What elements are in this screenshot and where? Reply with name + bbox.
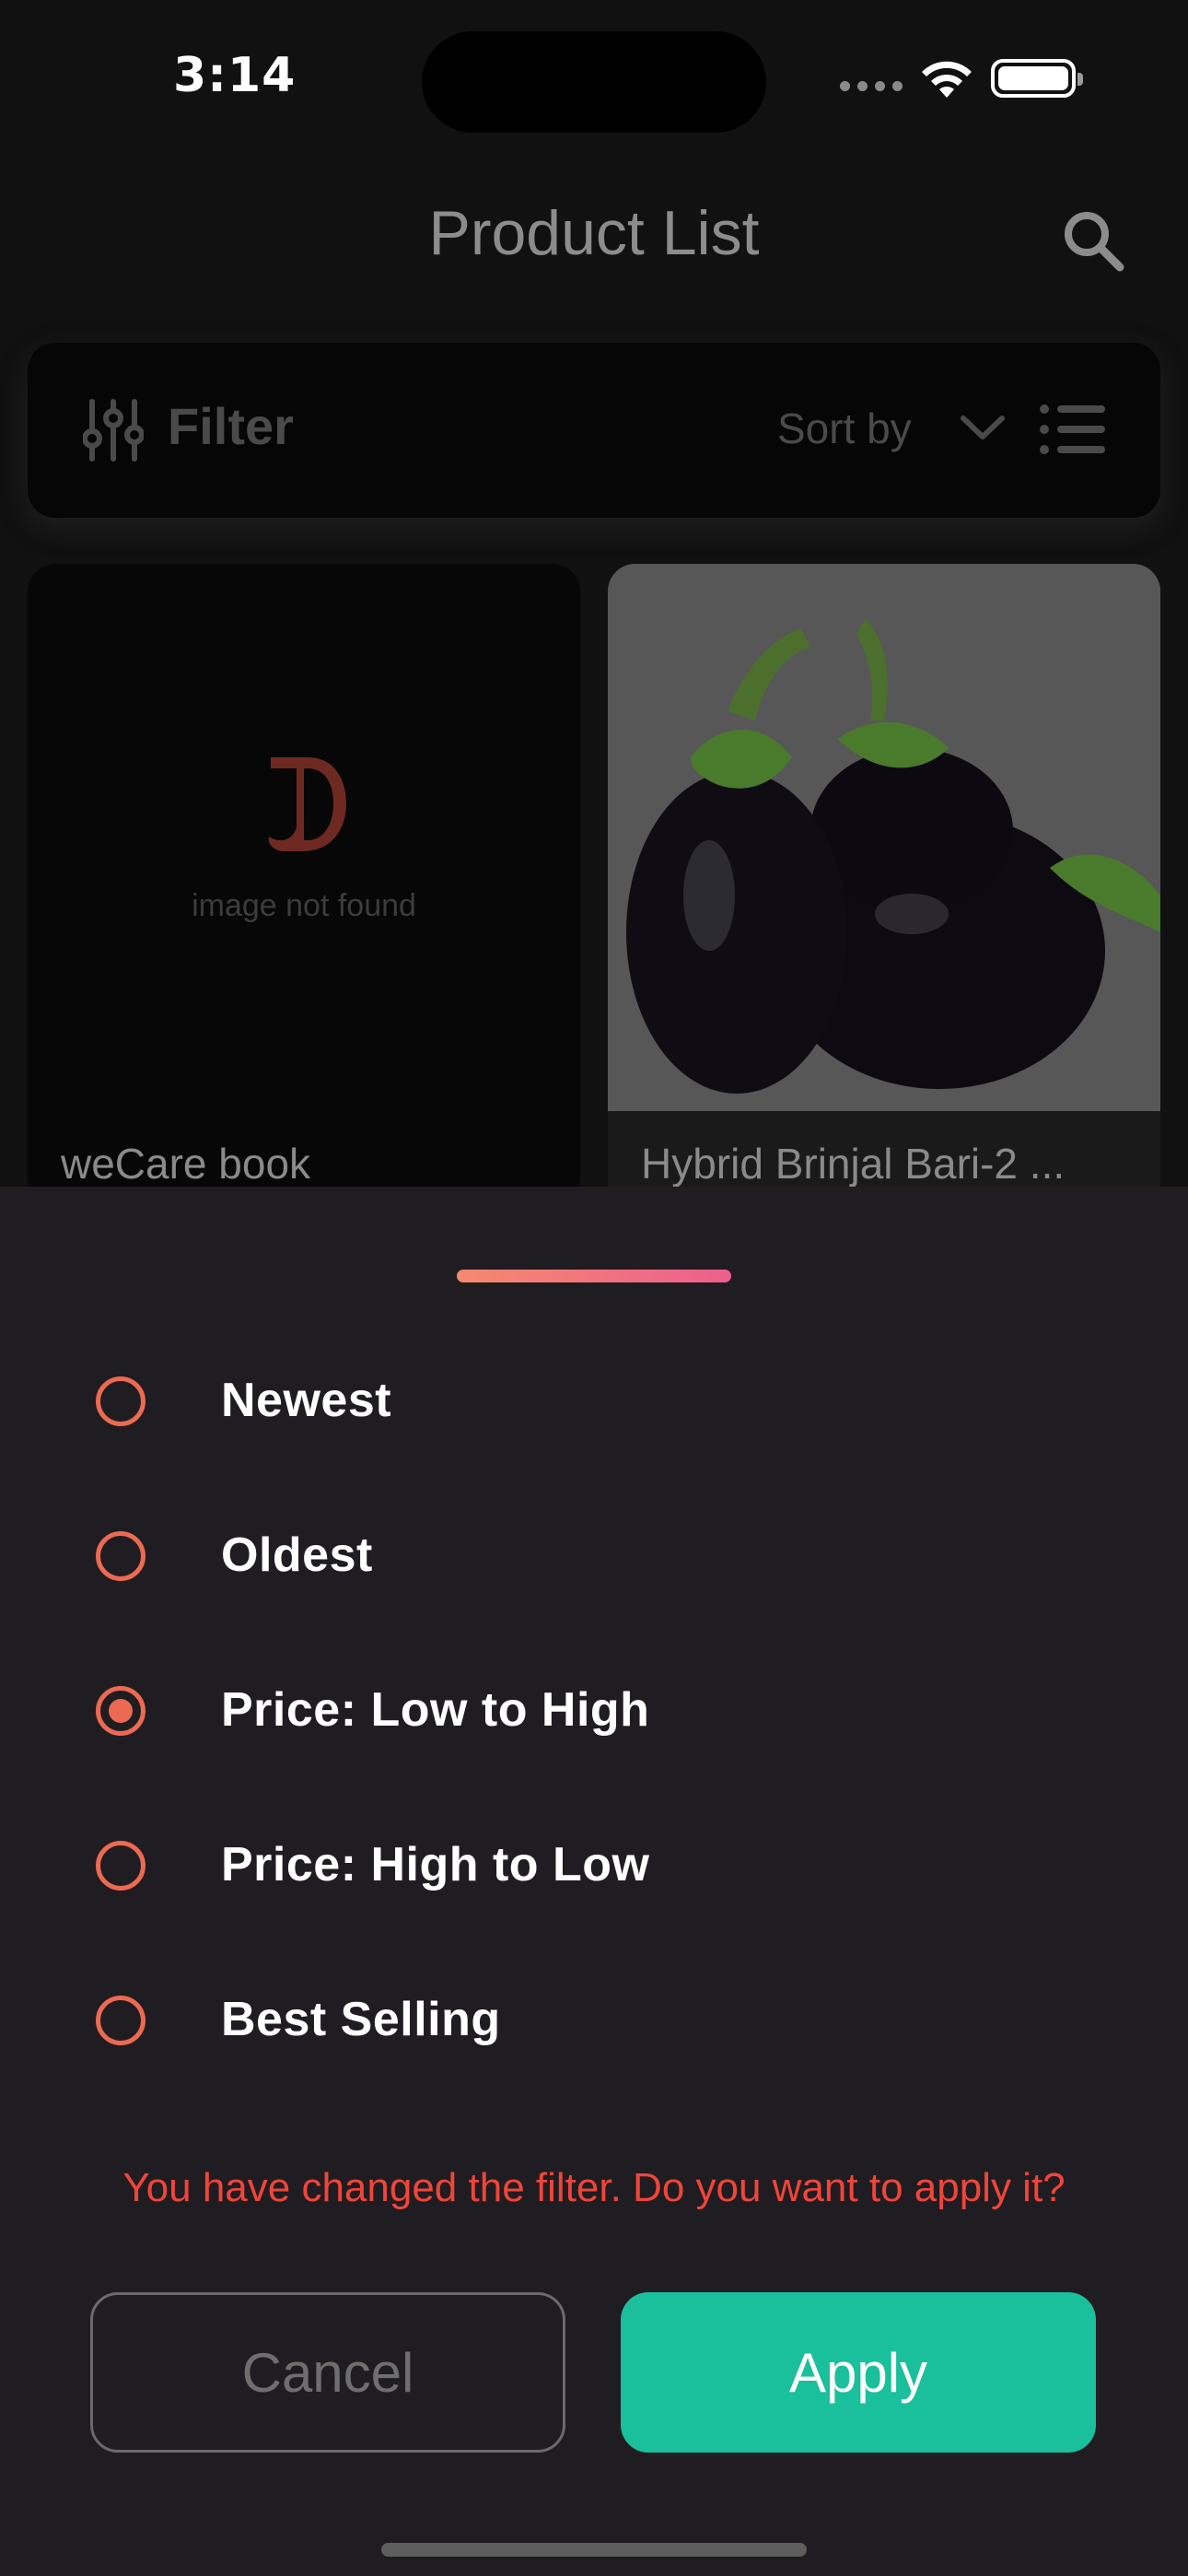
sort-option-price-high-low[interactable]: Price: High to Low	[0, 1797, 1188, 1935]
image-placeholder: image not found	[28, 564, 580, 1111]
sort-bottom-sheet: Newest Oldest Price: Low to High Price: …	[0, 1187, 1188, 2576]
status-icons	[840, 55, 1083, 101]
radio-button[interactable]	[96, 1531, 146, 1581]
sort-option-newest[interactable]: Newest	[0, 1332, 1188, 1470]
image-not-found-text: image not found	[192, 888, 416, 923]
filter-bar: Filter Sort by	[28, 343, 1160, 518]
sort-option-label: Price: High to Low	[221, 1838, 650, 1891]
sort-option-price-low-high[interactable]: Price: Low to High	[0, 1642, 1188, 1780]
wifi-icon	[922, 61, 972, 98]
filter-button[interactable]: Filter	[168, 396, 294, 456]
battery-icon	[991, 59, 1083, 98]
home-indicator[interactable]	[381, 2543, 807, 2557]
product-card[interactable]: Hybrid Brinjal Bari-2 ...	[608, 564, 1160, 1187]
brand-logo-icon	[268, 757, 346, 851]
filter-sliders-icon[interactable]	[83, 398, 144, 463]
sort-option-oldest[interactable]: Oldest	[0, 1487, 1188, 1625]
chevron-down-icon[interactable]	[958, 409, 1007, 446]
filter-change-warning: You have changed the filter. Do you want…	[122, 2165, 1066, 2210]
product-title: Hybrid Brinjal Bari-2 ...	[641, 1140, 1066, 1187]
product-card[interactable]: image not found weCare book	[28, 564, 580, 1187]
sort-option-label: Oldest	[221, 1528, 373, 1582]
sort-option-label: Price: Low to High	[221, 1683, 650, 1737]
radio-button-selected[interactable]	[96, 1686, 146, 1736]
status-time: 3:14	[173, 48, 297, 103]
product-title: weCare book	[61, 1140, 311, 1187]
sort-option-label: Best Selling	[221, 1993, 501, 2046]
sort-by-button[interactable]: Sort by	[777, 404, 912, 453]
page-title: Product List	[428, 198, 760, 268]
list-view-icon[interactable]	[1037, 400, 1107, 459]
search-icon[interactable]	[1057, 205, 1131, 278]
eggplant-image	[608, 564, 1160, 1111]
sheet-drag-handle[interactable]	[457, 1270, 731, 1282]
product-image	[608, 564, 1160, 1111]
radio-button[interactable]	[96, 1841, 146, 1891]
product-list-screen: 3:14 Product List Filter Sort by image n…	[0, 0, 1188, 1187]
signal-dots-icon	[840, 65, 903, 91]
sort-option-label: Newest	[221, 1374, 392, 1427]
radio-button[interactable]	[96, 1996, 146, 2045]
dynamic-island	[422, 31, 766, 133]
radio-button[interactable]	[96, 1376, 146, 1426]
apply-button[interactable]: Apply	[621, 2292, 1096, 2453]
cancel-button[interactable]: Cancel	[90, 2292, 565, 2453]
sort-option-best-selling[interactable]: Best Selling	[0, 1951, 1188, 2090]
